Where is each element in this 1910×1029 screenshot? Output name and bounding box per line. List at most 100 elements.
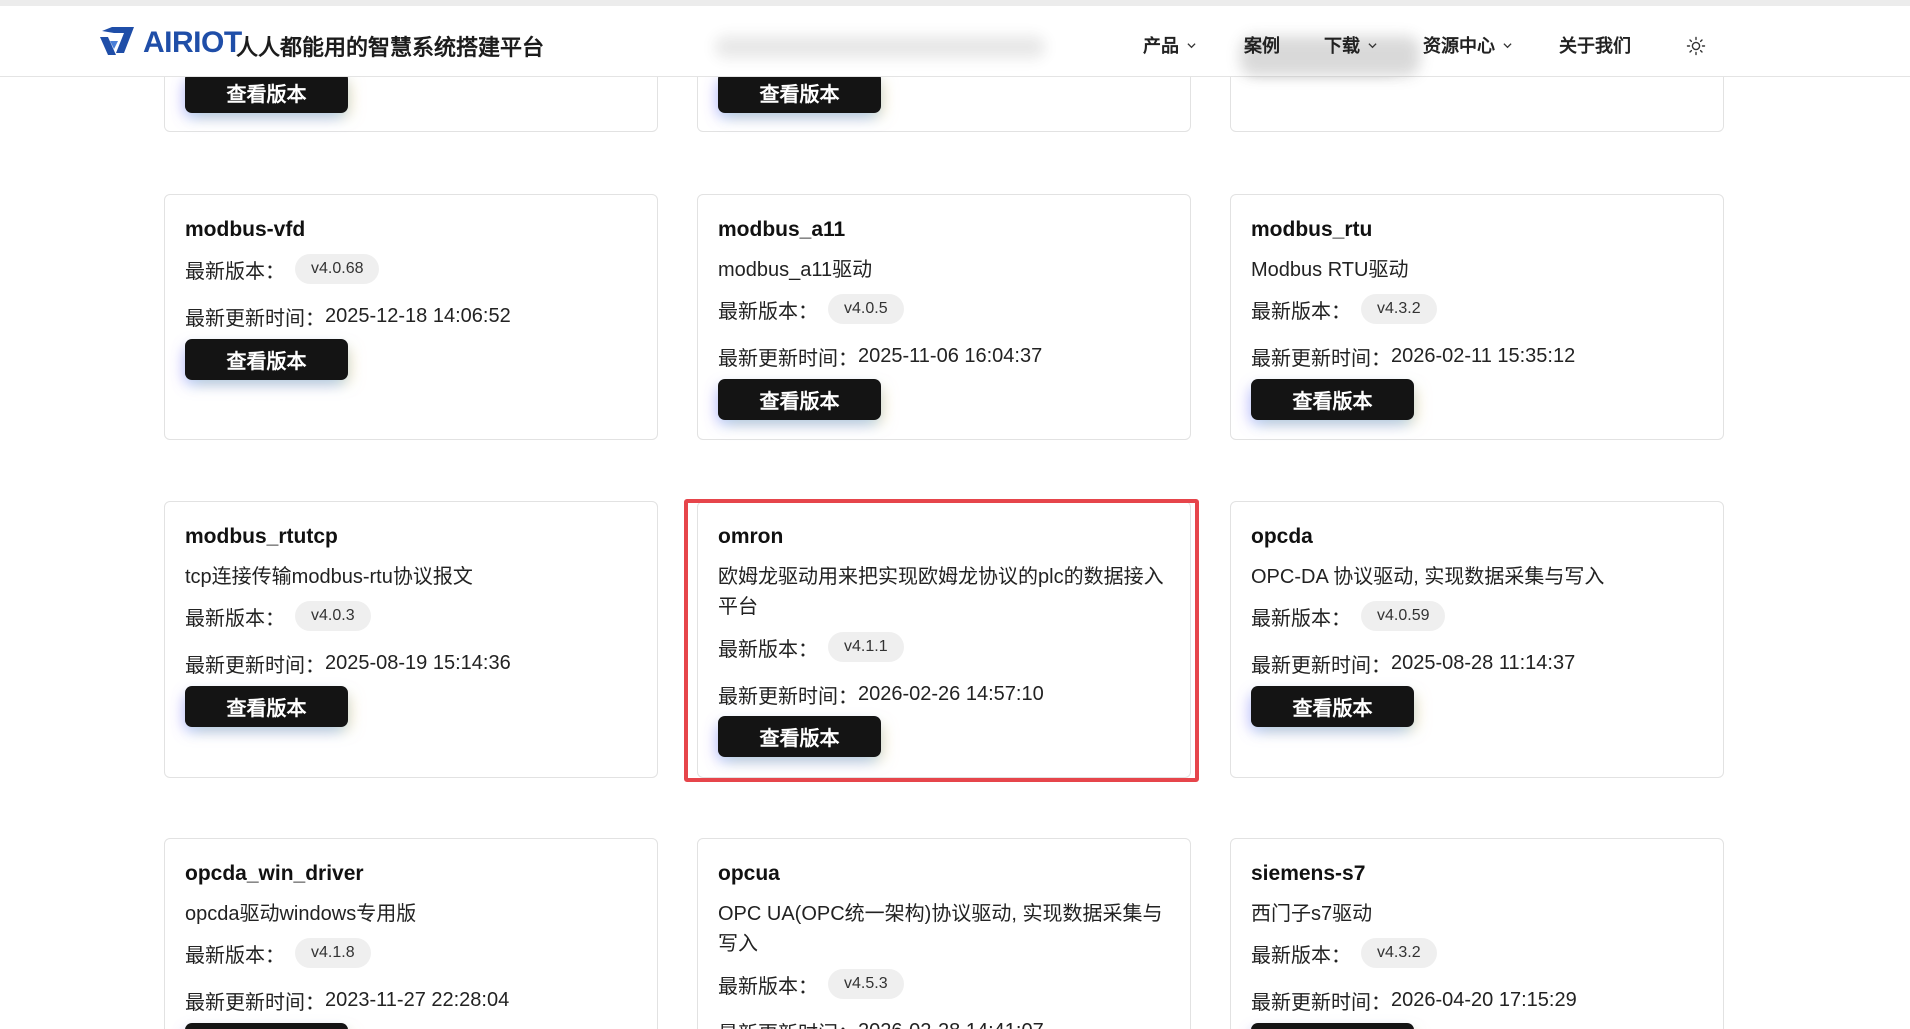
version-row: 最新版本： v4.5.3 (718, 969, 904, 999)
card-description: tcp连接传输modbus-rtu协议报文 (185, 566, 473, 588)
view-version-button[interactable]: 查看版本 (185, 339, 348, 380)
updated-time: 2026-02-11 15:35:12 (1391, 345, 1576, 367)
driver-card: siemens-s7 西门子s7驱动 最新版本： v4.3.2 最新更新时间： … (1230, 838, 1724, 1029)
version-row: 最新版本： v4.3.2 (1251, 938, 1437, 968)
version-label: 最新版本： (718, 638, 818, 661)
updated-label: 最新更新时间： (718, 1017, 858, 1029)
updated-label: 最新更新时间： (718, 348, 858, 370)
card-description: OPC UA(OPC统一架构)协议驱动, 实现数据采集与写入 (718, 903, 1163, 955)
card-title: opcda (1251, 525, 1313, 548)
version-badge: v4.0.5 (828, 294, 904, 324)
view-version-button[interactable]: 查看版本 (185, 72, 348, 113)
updated-row: 最新更新时间： 2026-02-28 14:41:07 (718, 1017, 1044, 1029)
top-navbar: AIRIOT 人人都能用的智慧系统搭建平台 产品 案例 下载 资源中心 关于我们 (0, 0, 1910, 77)
version-label: 最新版本： (1251, 607, 1351, 630)
nav-label: 产品 (1143, 36, 1179, 56)
updated-time: 2025-08-28 11:14:37 (1391, 652, 1576, 674)
chevron-down-icon (1503, 42, 1512, 48)
updated-time: 2023-11-27 22:28:04 (325, 989, 510, 1011)
view-version-button[interactable]: 查看版本 (1251, 686, 1414, 727)
updated-row: 最新更新时间： 2026-02-26 14:57:10 (718, 680, 1044, 709)
version-row: 最新版本： v4.0.59 (1251, 601, 1446, 631)
version-row: 最新版本： v4.3.2 (1251, 294, 1437, 324)
updated-label: 最新更新时间： (185, 655, 325, 677)
nav-resources[interactable]: 资源中心 (1423, 32, 1512, 58)
updated-row: 最新更新时间： 2025-11-06 16:04:37 (718, 342, 1042, 371)
nav-download[interactable]: 下载 (1324, 32, 1377, 58)
card-title: opcua (718, 862, 780, 885)
card-description: 西门子s7驱动 (1251, 903, 1373, 925)
card-title: omron (718, 525, 784, 548)
updated-label: 最新更新时间： (1251, 655, 1391, 677)
updated-time: 2025-08-19 15:14:36 (325, 652, 511, 674)
card-description: Modbus RTU驱动 (1251, 259, 1409, 281)
updated-time: 2025-12-18 14:06:52 (325, 305, 511, 327)
view-version-button[interactable]: 查看版本 (1251, 1023, 1414, 1029)
version-label: 最新版本： (185, 944, 285, 967)
view-version-button[interactable]: 查看版本 (718, 379, 881, 420)
driver-card: modbus_rtutcp tcp连接传输modbus-rtu协议报文 最新版本… (164, 501, 658, 778)
card-title: modbus-vfd (185, 218, 306, 241)
version-label: 最新版本： (1251, 300, 1351, 323)
version-row: 最新版本： v4.0.3 (185, 601, 371, 631)
updated-label: 最新更新时间： (1251, 348, 1391, 370)
version-row: 最新版本： v4.0.68 (185, 254, 380, 284)
view-version-button[interactable]: 查看版本 (718, 716, 881, 757)
view-version-button[interactable]: 查看版本 (185, 686, 348, 727)
driver-card: opcda OPC-DA 协议驱动, 实现数据采集与写入 最新版本： v4.0.… (1230, 501, 1724, 778)
card-description: OPC-DA 协议驱动, 实现数据采集与写入 (1251, 566, 1605, 588)
nav-cases[interactable]: 案例 (1244, 32, 1280, 58)
updated-row: 最新更新时间： 2026-04-20 17:15:29 (1251, 986, 1577, 1015)
driver-card-highlighted: omron 欧姆龙驱动用来把实现欧姆龙协议的plc的数据接入平台 最新版本： v… (697, 501, 1191, 778)
version-row: 最新版本： v4.1.1 (718, 632, 904, 662)
version-label: 最新版本： (185, 607, 285, 630)
version-label: 最新版本： (185, 260, 285, 283)
view-version-button[interactable]: 查看版本 (185, 1023, 348, 1029)
version-badge: v4.3.2 (1361, 938, 1437, 968)
nav-label: 案例 (1244, 36, 1280, 56)
card-title: siemens-s7 (1251, 862, 1366, 885)
airiot-logo-icon[interactable] (98, 23, 138, 59)
updated-row: 最新更新时间： 2025-08-19 15:14:36 (185, 649, 511, 678)
updated-time: 2026-02-28 14:41:07 (858, 1020, 1044, 1029)
card-title: opcda_win_driver (185, 862, 364, 885)
updated-label: 最新更新时间： (718, 686, 858, 708)
version-badge: v4.0.59 (1361, 601, 1446, 631)
updated-time: 2026-04-20 17:15:29 (1391, 989, 1577, 1011)
card-title: modbus_rtutcp (185, 525, 338, 548)
nav-products[interactable]: 产品 (1143, 32, 1196, 58)
updated-row: 最新更新时间： 2023-11-27 22:28:04 (185, 986, 509, 1015)
nav-label: 资源中心 (1423, 36, 1495, 56)
view-version-button[interactable]: 查看版本 (718, 72, 881, 113)
updated-row: 最新更新时间： 2025-08-28 11:14:37 (1251, 649, 1575, 678)
version-badge: v4.0.3 (295, 601, 371, 631)
logo-text[interactable]: AIRIOT (143, 26, 242, 60)
chevron-down-icon (1187, 42, 1196, 48)
version-label: 最新版本： (718, 300, 818, 323)
driver-card: modbus-vfd 最新版本： v4.0.68 最新更新时间： 2025-12… (164, 194, 658, 440)
updated-label: 最新更新时间： (185, 308, 325, 330)
chevron-down-icon (1368, 42, 1377, 48)
updated-row: 最新更新时间： 2025-12-18 14:06:52 (185, 302, 511, 331)
card-title: modbus_a11 (718, 218, 846, 241)
updated-time: 2025-11-06 16:04:37 (858, 345, 1043, 367)
version-badge: v4.1.8 (295, 938, 371, 968)
nav-about[interactable]: 关于我们 (1559, 32, 1631, 58)
view-version-button[interactable]: 查看版本 (1251, 379, 1414, 420)
version-row: 最新版本： v4.1.8 (185, 938, 371, 968)
version-badge: v4.0.68 (295, 254, 380, 284)
driver-card: modbus_a11 modbus_a11驱动 最新版本： v4.0.5 最新更… (697, 194, 1191, 440)
updated-row: 最新更新时间： 2026-02-11 15:35:12 (1251, 342, 1575, 371)
sun-icon[interactable] (1686, 36, 1706, 56)
driver-card: opcda_win_driver opcda驱动windows专用版 最新版本：… (164, 838, 658, 1029)
updated-label: 最新更新时间： (185, 992, 325, 1014)
version-label: 最新版本： (1251, 944, 1351, 967)
version-badge: v4.1.1 (828, 632, 904, 662)
card-description: modbus_a11驱动 (718, 259, 873, 281)
card-description: 欧姆龙驱动用来把实现欧姆龙协议的plc的数据接入平台 (718, 566, 1164, 618)
logo-slogan: 人人都能用的智慧系统搭建平台 (236, 35, 545, 60)
blurred-text (715, 36, 1045, 58)
card-description: opcda驱动windows专用版 (185, 903, 417, 925)
version-badge: v4.5.3 (828, 969, 904, 999)
driver-card: modbus_rtu Modbus RTU驱动 最新版本： v4.3.2 最新更… (1230, 194, 1724, 440)
